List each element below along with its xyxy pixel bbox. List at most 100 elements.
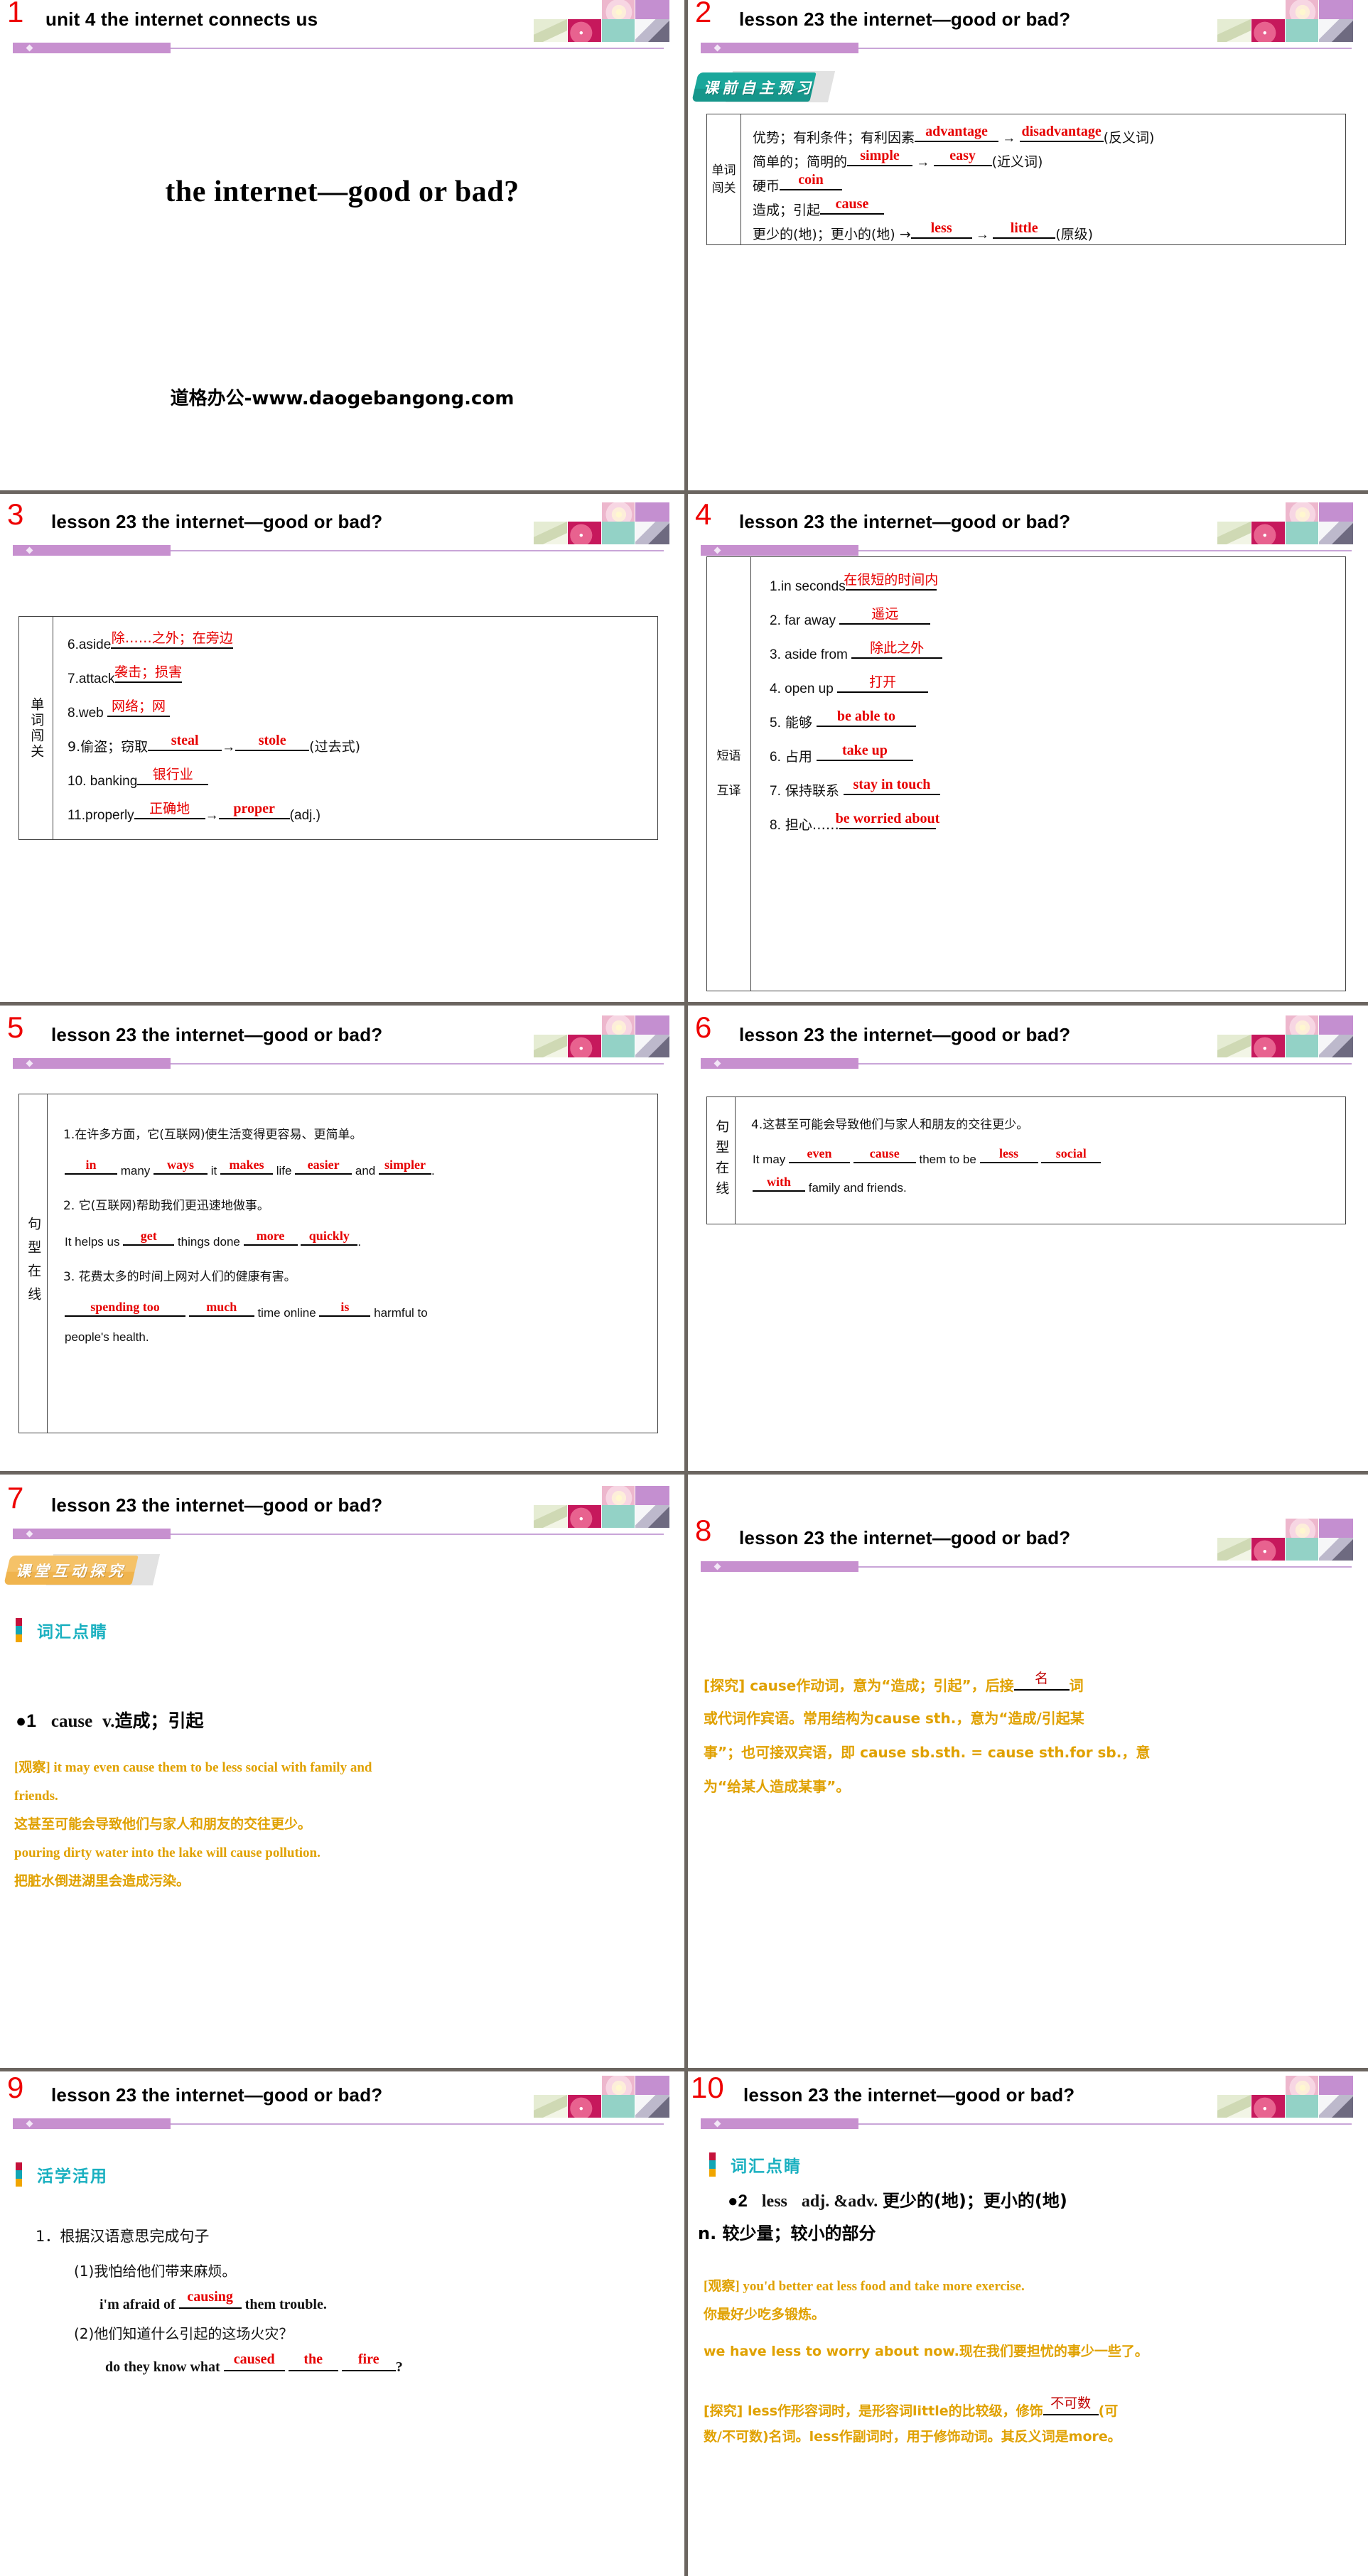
lab-photo-tile — [1217, 2095, 1251, 2118]
row-word: aside from — [780, 647, 852, 662]
en-fragment: time online — [254, 1306, 320, 1320]
pink-object-photo-tile — [568, 522, 601, 544]
row-answer: 遥远 — [871, 606, 899, 622]
note-line: pouring dirty water into the lake will c… — [14, 1845, 321, 1860]
table-body: 优势；有利条件；有利因素 advantage → disadvantage (反义词… — [741, 114, 1345, 244]
row-answer: be worried about — [835, 811, 940, 826]
slide-title: lesson 23 the internet—good or bad? — [51, 2084, 383, 2106]
row-number: 3. — [770, 647, 781, 662]
table-row: 7. 保持联系 stay in touch — [770, 777, 940, 799]
slide-title: lesson 23 the internet—good or bad? — [743, 2084, 1075, 2106]
row-word: web — [78, 706, 107, 721]
decorative-photo-strip — [534, 1015, 670, 1057]
pink-object-photo-tile — [1251, 522, 1285, 544]
lab-photo-tile — [534, 1505, 567, 1528]
table-row-label-text: 句型在线 — [26, 1217, 42, 1310]
pink-object-photo-tile — [1251, 2095, 1285, 2118]
explore-line: [探究] less作形容词时，是形容词little的比较级，修饰 不可数 (可 — [704, 2396, 1119, 2421]
en-fragment: it — [208, 1164, 220, 1177]
row-number: 1. — [770, 579, 781, 594]
explore-text: (可 — [1098, 2403, 1119, 2419]
slide-number: 7 — [7, 1481, 24, 1514]
explore-text: [探究] cause作动词，意为“造成；引起”，后接 — [704, 1677, 1014, 1694]
table-row-label: 单词闯关 — [707, 114, 741, 244]
pink-object-photo-tile — [568, 1035, 601, 1057]
slide-header: 5 lesson 23 the internet—good or bad? — [0, 1013, 684, 1071]
row-number: 6. — [68, 637, 79, 652]
sentence-en: It helps us get things done more quickly… — [65, 1229, 361, 1249]
slide-4: 4 lesson 23 the internet—good or bad? 短语… — [684, 490, 1368, 1002]
row-prompt: 造成；引起 — [753, 203, 821, 218]
teal-color-tile — [602, 1505, 635, 1528]
section-mark-vocab: 词汇点睛 — [688, 2151, 1368, 2179]
section-mark-practice: 活学活用 — [0, 2161, 684, 2189]
row-number: 2. — [770, 613, 781, 628]
row-number: 11. — [68, 808, 86, 823]
en-fragment: them trouble. — [241, 2297, 327, 2312]
row-word: 能够 — [780, 715, 817, 731]
note-line: [观察] you'd better eat less food and take… — [704, 2278, 1025, 2296]
teal-color-tile — [602, 19, 635, 42]
slide-10: 10 lesson 23 the internet—good or bad? 词… — [684, 2068, 1368, 2576]
teal-color-tile — [1286, 1538, 1318, 1561]
sentence-en: spending too much time online is harmful… — [65, 1300, 428, 1320]
lab-photo-tile — [534, 1035, 567, 1057]
teal-color-tile — [1286, 522, 1318, 544]
row-suffix: (原级) — [1055, 227, 1094, 242]
decorative-photo-strip — [534, 0, 670, 42]
table-row-label-text: 句型在线 — [713, 1119, 730, 1202]
slide-8: 8 lesson 23 the internet—good or bad? [探… — [684, 1471, 1368, 2068]
table-row: 简单的；简明的 simple → easy (近义词) — [753, 148, 1043, 171]
section-banner-preview: 课前自主预习 — [688, 71, 1368, 104]
pink-object-photo-tile — [568, 19, 601, 42]
decorative-photo-strip — [1217, 2076, 1354, 2118]
device-photo-tile — [1319, 2095, 1353, 2118]
slide-title: lesson 23 the internet—good or bad? — [51, 511, 383, 532]
answer: social — [1055, 1146, 1087, 1160]
en-fragment: things done — [174, 1235, 244, 1249]
section-banner-label: 课堂互动探究 — [16, 1563, 126, 1580]
slide-header: 8 lesson 23 the internet—good or bad? — [688, 1516, 1368, 1574]
row-suffix: (adj.) — [289, 808, 321, 823]
answer: is — [340, 1300, 350, 1314]
en-fragment: harmful to — [370, 1306, 428, 1320]
title-rule — [13, 2118, 664, 2129]
sentence-en: in many ways it makes life easier and si… — [65, 1158, 435, 1178]
title-rule — [13, 545, 664, 556]
row-answer: cause — [835, 196, 869, 212]
row-number: 7. — [68, 672, 79, 686]
sentence-table: 句型在线 1.在许多方面，它(互联网)使生活变得更容易、更简单。 in many… — [18, 1094, 658, 1433]
decorative-photo-strip — [1217, 0, 1354, 42]
slide-header: 9 lesson 23 the internet—good or bad? — [0, 2073, 684, 2131]
table-row-label: 句型在线 — [19, 1094, 48, 1433]
sentence-cn: 4.这甚至可能会导致他们与家人和朋友的交往更少。 — [751, 1118, 1029, 1132]
bullet-icon: ● — [728, 2192, 738, 2211]
entry-meaning: 更少的(地)；更小的(地) — [882, 2191, 1067, 2211]
sentence-cn: 2. 它(互联网)帮助我们更迅速地做事。 — [63, 1199, 269, 1213]
device-photo-tile — [635, 522, 669, 544]
lab-photo-tile — [1217, 1035, 1251, 1057]
entry-number: 2 — [738, 2192, 748, 2211]
answer: in — [85, 1158, 97, 1172]
pink-object-photo-tile — [1251, 1035, 1285, 1057]
tricolor-bar-icon — [709, 2152, 716, 2177]
row-answer: stole — [258, 733, 286, 748]
table-row: 优势；有利条件；有利因素 advantage → disadvantage (反义词… — [753, 124, 1154, 146]
en-fragment: . — [431, 1164, 435, 1177]
note-line: 把脏水倒进湖里会造成污染。 — [14, 1873, 190, 1889]
table-row: 5. 能够 be able to — [770, 708, 916, 731]
section-mark-vocab: 词汇点睛 — [0, 1617, 684, 1645]
note-text: you'd better eat less food and take more… — [739, 2279, 1025, 2294]
table-row: 更少的(地)；更小的(地) → less → little (原级) — [753, 220, 1094, 243]
row-number: 8. — [68, 706, 79, 721]
arrow-icon: → — [222, 740, 236, 755]
section-banner-interactive: 课堂互动探究 — [0, 1554, 684, 1587]
explore-text: [探究] less作形容词时，是形容词little的比较级，修饰 — [704, 2403, 1043, 2419]
sentence-cn: 1.在许多方面，它(互联网)使生活变得更容易、更简单。 — [63, 1128, 362, 1142]
slide-title: lesson 23 the internet—good or bad? — [739, 511, 1071, 532]
explore-line: 为“给某人造成某事”。 — [704, 1778, 851, 1795]
title-rule — [701, 2118, 1352, 2129]
lab-photo-tile — [1217, 1538, 1251, 1561]
row-word: far away — [780, 613, 840, 628]
arrow-icon: → — [971, 227, 993, 242]
